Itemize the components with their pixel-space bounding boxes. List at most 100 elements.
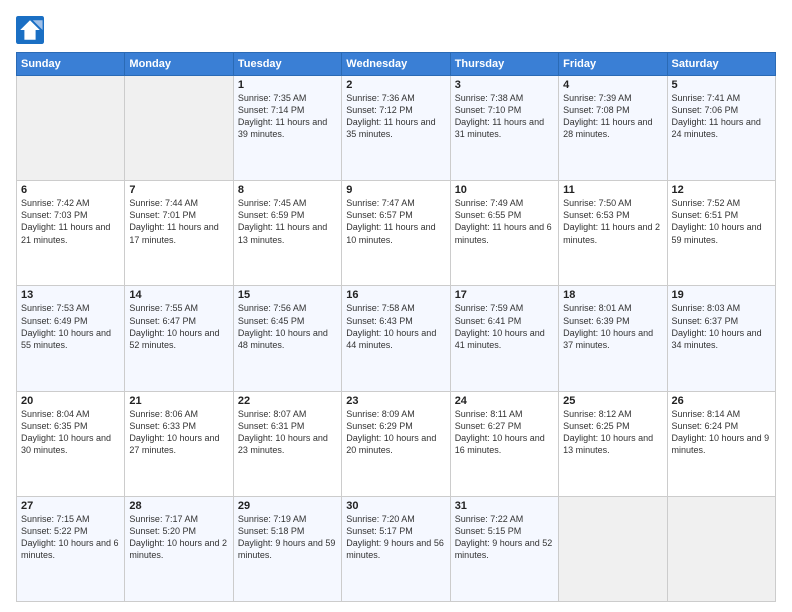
day-number: 28: [129, 500, 228, 512]
day-detail: Sunrise: 7:20 AM Sunset: 5:17 PM Dayligh…: [346, 513, 445, 562]
weekday-header: Thursday: [450, 53, 558, 76]
calendar-cell: 24Sunrise: 8:11 AM Sunset: 6:27 PM Dayli…: [450, 391, 558, 496]
calendar-cell: 3Sunrise: 7:38 AM Sunset: 7:10 PM Daylig…: [450, 76, 558, 181]
calendar-week-row: 27Sunrise: 7:15 AM Sunset: 5:22 PM Dayli…: [17, 496, 776, 601]
calendar-cell: 11Sunrise: 7:50 AM Sunset: 6:53 PM Dayli…: [559, 181, 667, 286]
calendar-cell: 25Sunrise: 8:12 AM Sunset: 6:25 PM Dayli…: [559, 391, 667, 496]
day-detail: Sunrise: 7:45 AM Sunset: 6:59 PM Dayligh…: [238, 197, 337, 246]
day-number: 11: [563, 184, 662, 196]
day-detail: Sunrise: 7:22 AM Sunset: 5:15 PM Dayligh…: [455, 513, 554, 562]
day-number: 10: [455, 184, 554, 196]
calendar-cell: 8Sunrise: 7:45 AM Sunset: 6:59 PM Daylig…: [233, 181, 341, 286]
day-detail: Sunrise: 7:35 AM Sunset: 7:14 PM Dayligh…: [238, 92, 337, 141]
calendar-week-row: 13Sunrise: 7:53 AM Sunset: 6:49 PM Dayli…: [17, 286, 776, 391]
day-detail: Sunrise: 8:11 AM Sunset: 6:27 PM Dayligh…: [455, 408, 554, 457]
day-detail: Sunrise: 8:14 AM Sunset: 6:24 PM Dayligh…: [672, 408, 771, 457]
weekday-header: Tuesday: [233, 53, 341, 76]
day-detail: Sunrise: 8:01 AM Sunset: 6:39 PM Dayligh…: [563, 302, 662, 351]
day-detail: Sunrise: 7:41 AM Sunset: 7:06 PM Dayligh…: [672, 92, 771, 141]
calendar-table: SundayMondayTuesdayWednesdayThursdayFrid…: [16, 52, 776, 602]
weekday-header: Friday: [559, 53, 667, 76]
weekday-header: Saturday: [667, 53, 775, 76]
day-detail: Sunrise: 7:59 AM Sunset: 6:41 PM Dayligh…: [455, 302, 554, 351]
day-detail: Sunrise: 7:58 AM Sunset: 6:43 PM Dayligh…: [346, 302, 445, 351]
day-number: 15: [238, 289, 337, 301]
calendar-cell: 1Sunrise: 7:35 AM Sunset: 7:14 PM Daylig…: [233, 76, 341, 181]
calendar-cell: 10Sunrise: 7:49 AM Sunset: 6:55 PM Dayli…: [450, 181, 558, 286]
calendar-cell: 7Sunrise: 7:44 AM Sunset: 7:01 PM Daylig…: [125, 181, 233, 286]
day-number: 8: [238, 184, 337, 196]
calendar-week-row: 20Sunrise: 8:04 AM Sunset: 6:35 PM Dayli…: [17, 391, 776, 496]
calendar-cell: 9Sunrise: 7:47 AM Sunset: 6:57 PM Daylig…: [342, 181, 450, 286]
calendar-cell: 27Sunrise: 7:15 AM Sunset: 5:22 PM Dayli…: [17, 496, 125, 601]
day-number: 25: [563, 395, 662, 407]
day-number: 4: [563, 79, 662, 91]
day-detail: Sunrise: 7:44 AM Sunset: 7:01 PM Dayligh…: [129, 197, 228, 246]
calendar-cell: 21Sunrise: 8:06 AM Sunset: 6:33 PM Dayli…: [125, 391, 233, 496]
day-detail: Sunrise: 8:07 AM Sunset: 6:31 PM Dayligh…: [238, 408, 337, 457]
day-detail: Sunrise: 7:38 AM Sunset: 7:10 PM Dayligh…: [455, 92, 554, 141]
calendar-cell: 15Sunrise: 7:56 AM Sunset: 6:45 PM Dayli…: [233, 286, 341, 391]
day-detail: Sunrise: 7:49 AM Sunset: 6:55 PM Dayligh…: [455, 197, 554, 246]
calendar-cell: 2Sunrise: 7:36 AM Sunset: 7:12 PM Daylig…: [342, 76, 450, 181]
day-detail: Sunrise: 7:39 AM Sunset: 7:08 PM Dayligh…: [563, 92, 662, 141]
day-detail: Sunrise: 7:52 AM Sunset: 6:51 PM Dayligh…: [672, 197, 771, 246]
calendar-cell: 5Sunrise: 7:41 AM Sunset: 7:06 PM Daylig…: [667, 76, 775, 181]
day-number: 30: [346, 500, 445, 512]
day-number: 24: [455, 395, 554, 407]
day-number: 6: [21, 184, 120, 196]
logo-icon: [16, 16, 44, 44]
day-number: 21: [129, 395, 228, 407]
day-detail: Sunrise: 8:06 AM Sunset: 6:33 PM Dayligh…: [129, 408, 228, 457]
day-number: 26: [672, 395, 771, 407]
weekday-header: Wednesday: [342, 53, 450, 76]
calendar-cell: 14Sunrise: 7:55 AM Sunset: 6:47 PM Dayli…: [125, 286, 233, 391]
day-detail: Sunrise: 7:19 AM Sunset: 5:18 PM Dayligh…: [238, 513, 337, 562]
calendar-cell: 29Sunrise: 7:19 AM Sunset: 5:18 PM Dayli…: [233, 496, 341, 601]
day-number: 16: [346, 289, 445, 301]
calendar-cell: 16Sunrise: 7:58 AM Sunset: 6:43 PM Dayli…: [342, 286, 450, 391]
day-number: 23: [346, 395, 445, 407]
day-number: 14: [129, 289, 228, 301]
day-number: 31: [455, 500, 554, 512]
day-detail: Sunrise: 7:53 AM Sunset: 6:49 PM Dayligh…: [21, 302, 120, 351]
day-detail: Sunrise: 7:56 AM Sunset: 6:45 PM Dayligh…: [238, 302, 337, 351]
calendar-cell: [667, 496, 775, 601]
weekday-header-row: SundayMondayTuesdayWednesdayThursdayFrid…: [17, 53, 776, 76]
calendar-cell: 26Sunrise: 8:14 AM Sunset: 6:24 PM Dayli…: [667, 391, 775, 496]
day-detail: Sunrise: 7:36 AM Sunset: 7:12 PM Dayligh…: [346, 92, 445, 141]
day-detail: Sunrise: 7:17 AM Sunset: 5:20 PM Dayligh…: [129, 513, 228, 562]
day-number: 19: [672, 289, 771, 301]
day-detail: Sunrise: 8:09 AM Sunset: 6:29 PM Dayligh…: [346, 408, 445, 457]
day-number: 13: [21, 289, 120, 301]
day-detail: Sunrise: 7:42 AM Sunset: 7:03 PM Dayligh…: [21, 197, 120, 246]
calendar-cell: 22Sunrise: 8:07 AM Sunset: 6:31 PM Dayli…: [233, 391, 341, 496]
day-number: 2: [346, 79, 445, 91]
day-detail: Sunrise: 8:03 AM Sunset: 6:37 PM Dayligh…: [672, 302, 771, 351]
calendar-cell: 4Sunrise: 7:39 AM Sunset: 7:08 PM Daylig…: [559, 76, 667, 181]
page: SundayMondayTuesdayWednesdayThursdayFrid…: [0, 0, 792, 612]
calendar-cell: 17Sunrise: 7:59 AM Sunset: 6:41 PM Dayli…: [450, 286, 558, 391]
day-number: 1: [238, 79, 337, 91]
day-detail: Sunrise: 7:47 AM Sunset: 6:57 PM Dayligh…: [346, 197, 445, 246]
calendar-cell: 12Sunrise: 7:52 AM Sunset: 6:51 PM Dayli…: [667, 181, 775, 286]
calendar-cell: 28Sunrise: 7:17 AM Sunset: 5:20 PM Dayli…: [125, 496, 233, 601]
calendar-cell: 6Sunrise: 7:42 AM Sunset: 7:03 PM Daylig…: [17, 181, 125, 286]
calendar-cell: 18Sunrise: 8:01 AM Sunset: 6:39 PM Dayli…: [559, 286, 667, 391]
calendar-cell: 30Sunrise: 7:20 AM Sunset: 5:17 PM Dayli…: [342, 496, 450, 601]
calendar-cell: 31Sunrise: 7:22 AM Sunset: 5:15 PM Dayli…: [450, 496, 558, 601]
day-detail: Sunrise: 8:04 AM Sunset: 6:35 PM Dayligh…: [21, 408, 120, 457]
day-number: 27: [21, 500, 120, 512]
logo: [16, 16, 50, 44]
calendar-cell: [125, 76, 233, 181]
calendar-cell: 13Sunrise: 7:53 AM Sunset: 6:49 PM Dayli…: [17, 286, 125, 391]
day-number: 5: [672, 79, 771, 91]
weekday-header: Monday: [125, 53, 233, 76]
calendar-week-row: 1Sunrise: 7:35 AM Sunset: 7:14 PM Daylig…: [17, 76, 776, 181]
calendar-cell: 19Sunrise: 8:03 AM Sunset: 6:37 PM Dayli…: [667, 286, 775, 391]
day-detail: Sunrise: 7:15 AM Sunset: 5:22 PM Dayligh…: [21, 513, 120, 562]
day-number: 3: [455, 79, 554, 91]
header: [16, 16, 776, 44]
day-number: 9: [346, 184, 445, 196]
day-detail: Sunrise: 7:50 AM Sunset: 6:53 PM Dayligh…: [563, 197, 662, 246]
